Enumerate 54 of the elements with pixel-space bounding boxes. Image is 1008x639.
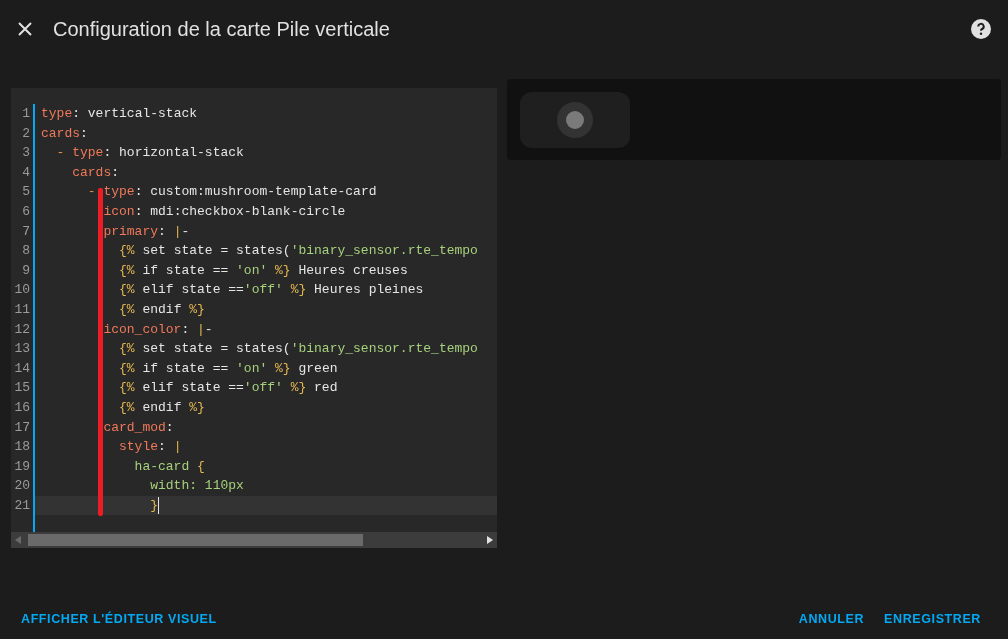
code-line: style: |: [118, 438, 182, 457]
line-number: 13: [14, 341, 30, 357]
line-number: 8: [22, 243, 30, 259]
code-line: {% elif state =='off' %} Heures pleines: [118, 281, 424, 300]
code-line: card_mod:: [102, 418, 174, 437]
code-line: primary: |-: [102, 222, 190, 241]
code-line: }: [149, 496, 159, 515]
line-number: 16: [14, 399, 30, 415]
line-number: 20: [14, 478, 30, 494]
line-number: 11: [14, 301, 30, 317]
code-line: {% elif state =='off' %} red: [118, 379, 338, 398]
line-number: 21: [14, 497, 30, 513]
text-cursor: [158, 497, 160, 515]
line-number: 1: [22, 106, 30, 121]
circle-icon: [557, 102, 593, 138]
visual-editor-button[interactable]: AFFICHER L'ÉDITEUR VISUEL: [21, 609, 217, 629]
code-line: {% endif %}: [118, 300, 205, 319]
code-line: {% set state = states('binary_sensor.rte_tempo: [118, 340, 478, 359]
help-icon[interactable]: [971, 19, 991, 39]
scroll-right-icon[interactable]: [487, 536, 493, 544]
line-number: 15: [14, 380, 30, 396]
scrollbar-thumb[interactable]: [28, 534, 363, 546]
code-line: {% endif %}: [118, 398, 205, 417]
line-number: 18: [14, 439, 30, 455]
footer-button[interactable]: ANNULER: [798, 609, 865, 629]
code-editor[interactable]: [11, 88, 497, 548]
close-icon: [17, 21, 33, 37]
line-number: 14: [14, 360, 30, 376]
line-number: 3: [22, 145, 30, 161]
code-line: ha-card {: [133, 457, 205, 476]
line-number: 2: [22, 125, 30, 141]
line-number: 9: [22, 262, 30, 278]
code-line: icon_color: |-: [102, 320, 213, 339]
code-line: width: 110px: [149, 477, 244, 496]
line-number: 19: [14, 458, 30, 474]
line-number: 7: [22, 223, 30, 239]
dialog-title: Configuration de la carte Pile verticale: [53, 17, 390, 42]
code-line: icon: mdi:checkbox-blank-circle: [102, 202, 346, 221]
code-line: {% if state == 'on' %} Heures creuses: [118, 261, 408, 280]
footer-button[interactable]: ENREGISTRER: [884, 609, 981, 629]
code-line: - type: horizontal-stack: [55, 144, 244, 163]
code-line: - type: custom:mushroom-template-card: [86, 183, 377, 202]
line-number: 17: [14, 419, 30, 435]
line-number: 4: [22, 164, 30, 180]
code-line: type: vertical-stack: [41, 105, 198, 123]
line-number: 6: [22, 203, 30, 219]
line-number: 12: [14, 321, 30, 337]
code-line: cards:: [71, 163, 120, 182]
line-number: 10: [14, 282, 30, 298]
horizontal-scrollbar[interactable]: [11, 532, 497, 548]
line-number: 5: [22, 184, 30, 200]
code-line: {% if state == 'on' %} green: [118, 359, 338, 378]
code-line: {% set state = states('binary_sensor.rte_tempo: [118, 242, 478, 261]
code-line: cards:: [41, 124, 88, 143]
